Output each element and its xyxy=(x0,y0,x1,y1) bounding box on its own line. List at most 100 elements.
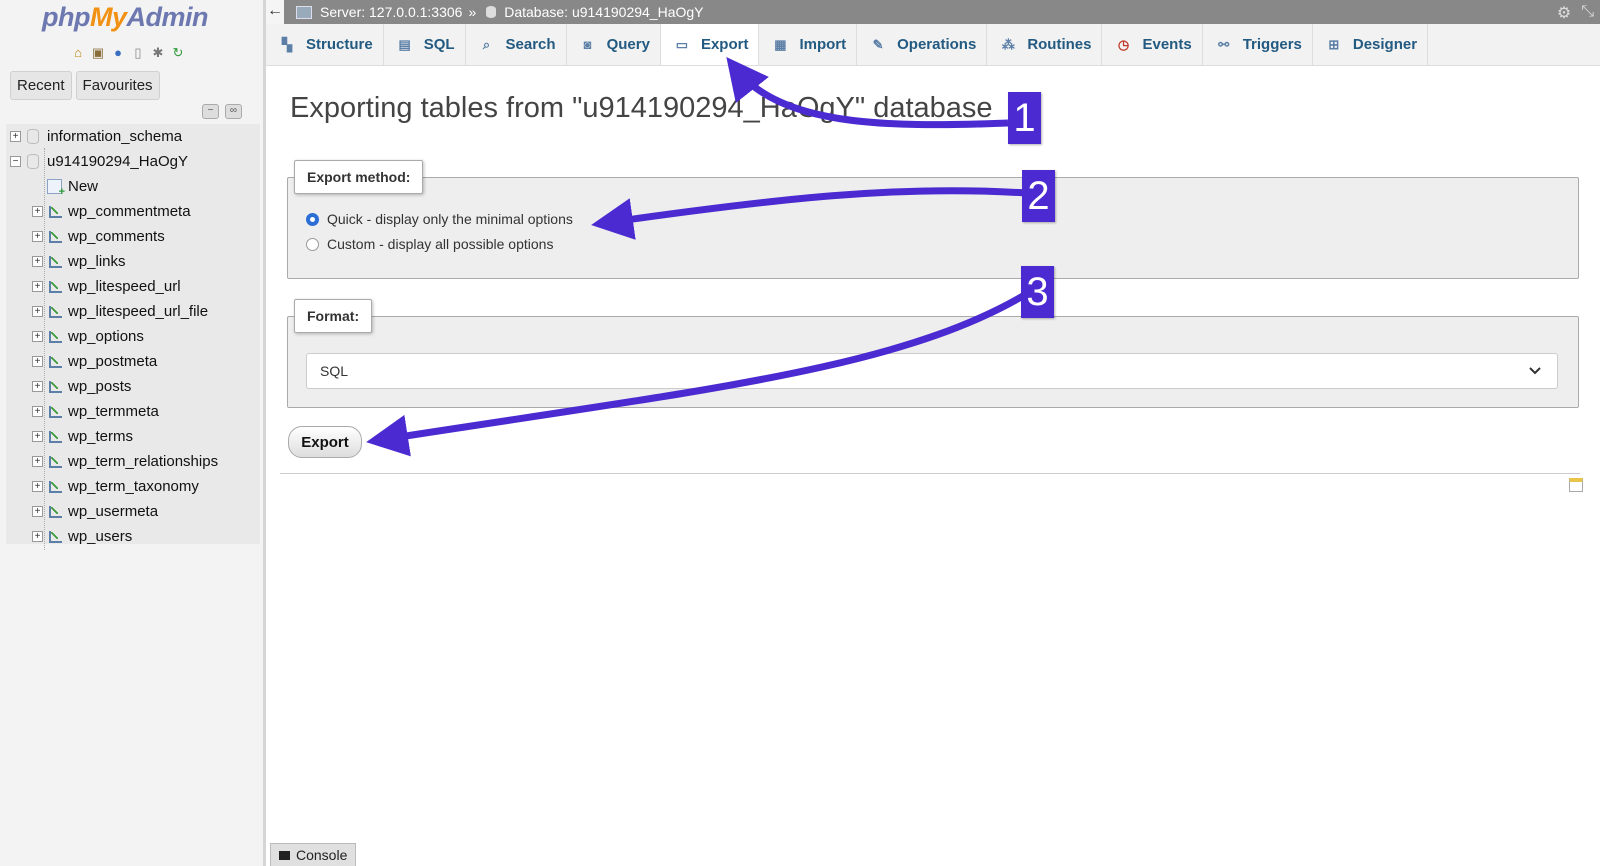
expand-icon[interactable]: + xyxy=(32,431,43,442)
clock-icon: ◷ xyxy=(1117,36,1130,52)
routines-icon: ⁂ xyxy=(1001,36,1015,52)
expand-icon[interactable]: + xyxy=(32,331,43,342)
tab-label: Routines xyxy=(1027,36,1092,53)
expand-icon[interactable]: + xyxy=(32,306,43,317)
tab-operations[interactable]: ✎ Operations xyxy=(857,24,988,65)
table-icon xyxy=(48,230,62,243)
designer-icon: ⊞ xyxy=(1328,36,1340,52)
tab-import[interactable]: ▦ Import xyxy=(759,24,858,65)
expand-icon[interactable]: + xyxy=(32,206,43,217)
import-icon: ▦ xyxy=(774,36,787,52)
database-icon xyxy=(27,129,39,144)
expand-icon[interactable]: + xyxy=(32,531,43,542)
export-button[interactable]: Export xyxy=(288,426,362,458)
documentation-icon[interactable]: ▯ xyxy=(130,45,146,61)
tab-structure[interactable]: ▚ Structure xyxy=(266,24,384,65)
expand-icon[interactable]: + xyxy=(32,406,43,417)
console-icon xyxy=(279,850,290,860)
search-icon: ⌕ xyxy=(482,36,491,52)
console-label: Console xyxy=(296,847,348,863)
help-icon[interactable]: ● xyxy=(110,45,126,61)
table-icon xyxy=(48,455,62,468)
chevron-down-icon xyxy=(1529,367,1541,375)
tree-item-label[interactable]: wp_term_relationships xyxy=(68,453,218,470)
home-icon[interactable]: ⌂ xyxy=(70,45,86,61)
console-toggle[interactable]: Console xyxy=(270,843,356,866)
tree-item-label[interactable]: wp_users xyxy=(68,528,132,545)
quick-export-radio[interactable] xyxy=(306,212,319,226)
custom-export-option[interactable]: Custom - display all possible options xyxy=(306,236,553,252)
annotation-step-3: 3 xyxy=(1021,266,1054,318)
expand-icon[interactable]: + xyxy=(32,356,43,367)
expand-icon[interactable]: + xyxy=(32,256,43,267)
tab-query[interactable]: ◙ Query xyxy=(567,24,661,65)
table-icon xyxy=(48,480,62,493)
tree-item-label[interactable]: New xyxy=(68,178,98,195)
format-selected-value: SQL xyxy=(320,363,349,379)
expand-icon[interactable]: + xyxy=(32,481,43,492)
quick-export-option[interactable]: Quick - display only the minimal options xyxy=(306,211,573,227)
tree-item-label[interactable]: wp_terms xyxy=(68,428,133,445)
exit-icon[interactable]: ▣ xyxy=(90,45,106,61)
format-select[interactable]: SQL xyxy=(306,353,1558,389)
custom-export-label[interactable]: Custom - display all possible options xyxy=(327,236,553,252)
tab-label: Search xyxy=(505,36,556,53)
collapse-icon[interactable]: − xyxy=(10,156,21,167)
tab-designer[interactable]: ⊞ Designer xyxy=(1313,24,1429,65)
tree-item-label[interactable]: wp_options xyxy=(68,328,144,345)
breadcrumb-server[interactable]: Server: 127.0.0.1:3306 xyxy=(320,4,462,20)
tree-item-label[interactable]: u914190294_HaOgY xyxy=(47,153,188,170)
gear-icon[interactable]: ⚙ xyxy=(1557,3,1571,23)
tab-label: Query xyxy=(606,36,650,53)
tab-events[interactable]: ◷ Events xyxy=(1102,24,1203,65)
tab-sql[interactable]: ▤ SQL xyxy=(384,24,466,65)
tab-search[interactable]: ⌕ Search xyxy=(466,24,567,65)
note-icon[interactable] xyxy=(1569,478,1583,492)
tree-item-label[interactable]: wp_litespeed_url_file xyxy=(68,303,208,320)
back-arrow-icon[interactable]: ← xyxy=(266,0,284,24)
topbar-tools: ⚙ ⤡ xyxy=(1557,3,1594,23)
tree-item-label[interactable]: wp_posts xyxy=(68,378,131,395)
tree-item-label[interactable]: wp_commentmeta xyxy=(68,203,191,220)
expand-icon[interactable]: + xyxy=(10,131,21,142)
tab-triggers[interactable]: ⚯ Triggers xyxy=(1203,24,1313,65)
wrench-icon: ✎ xyxy=(872,36,884,52)
tab-label: SQL xyxy=(423,36,455,53)
custom-export-radio[interactable] xyxy=(306,237,319,251)
quick-export-label[interactable]: Quick - display only the minimal options xyxy=(327,211,573,227)
tab-routines[interactable]: ⁂ Routines xyxy=(987,24,1103,65)
expand-icon[interactable]: + xyxy=(32,381,43,392)
recent-tab[interactable]: Recent xyxy=(10,71,72,100)
breadcrumb-database[interactable]: Database: u914190294_HaOgY xyxy=(504,4,703,20)
format-fieldset: Format: SQL xyxy=(287,299,1579,408)
annotation-step-2: 2 xyxy=(1022,170,1055,222)
collapse-all-icon[interactable]: − xyxy=(202,104,219,119)
collapse-topbar-icon[interactable]: ⤡ xyxy=(1581,3,1594,23)
phpmyadmin-logo[interactable]: phpMyAdmin xyxy=(42,2,208,33)
tree-item-label[interactable]: wp_term_taxonomy xyxy=(68,478,199,495)
expand-icon[interactable]: + xyxy=(32,281,43,292)
tree-item-label[interactable]: information_schema xyxy=(47,128,182,145)
tab-label: Operations xyxy=(897,36,977,53)
tree-tools: − ∞ xyxy=(202,104,242,119)
export-method-fieldset: Export method: Quick - display only the … xyxy=(287,160,1579,279)
link-with-main-icon[interactable]: ∞ xyxy=(225,104,242,119)
expand-icon[interactable]: + xyxy=(32,506,43,517)
favourites-tab[interactable]: Favourites xyxy=(75,71,160,100)
database-icon xyxy=(27,154,39,169)
tree-item-label[interactable]: wp_comments xyxy=(68,228,165,245)
expand-icon[interactable]: + xyxy=(32,456,43,467)
tree-item-label[interactable]: wp_litespeed_url xyxy=(68,278,181,295)
tree-item-label[interactable]: wp_links xyxy=(68,253,126,270)
tree-item-label[interactable]: wp_postmeta xyxy=(68,353,157,370)
breadcrumb-separator: » xyxy=(468,4,477,20)
tree-item-label[interactable]: wp_usermeta xyxy=(68,503,158,520)
tree-connector xyxy=(44,148,46,550)
tree-item-information-schema[interactable]: + information_schema xyxy=(6,124,260,149)
tree-item-label[interactable]: wp_termmeta xyxy=(68,403,159,420)
expand-icon[interactable]: + xyxy=(32,231,43,242)
settings-icon[interactable]: ✱ xyxy=(150,45,166,61)
reload-icon[interactable]: ↻ xyxy=(170,45,186,61)
export-method-legend: Export method: xyxy=(294,160,424,194)
tab-export[interactable]: ▭ Export xyxy=(660,24,760,65)
